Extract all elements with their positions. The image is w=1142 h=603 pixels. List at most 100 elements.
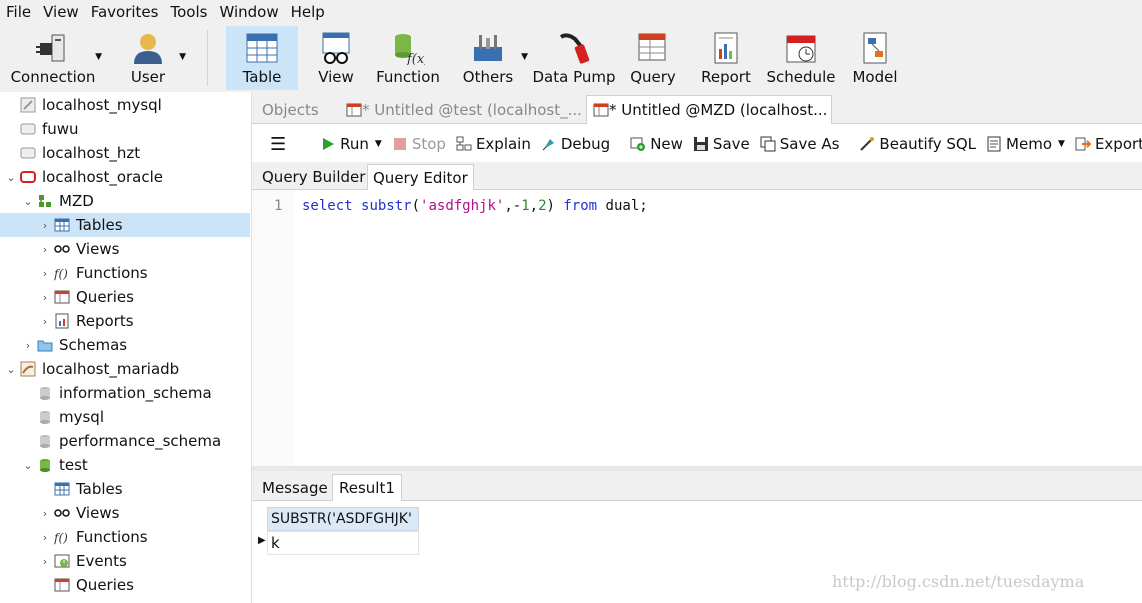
tab-query-editor[interactable]: Query Editor bbox=[367, 164, 474, 190]
tree-item-label: Functions bbox=[76, 264, 148, 282]
tree-item-mzd-tables[interactable]: › Tables bbox=[0, 213, 250, 237]
tree-item-schemas[interactable]: › Schemas bbox=[0, 333, 250, 357]
tab-untitled-mzd[interactable]: * Untitled @MZD (localhost... bbox=[586, 95, 832, 124]
debug-button[interactable]: Debug bbox=[541, 135, 610, 153]
sql-code[interactable]: select substr('asdfghjk',-1,2) from dual… bbox=[302, 198, 648, 214]
chevron-right-icon[interactable]: › bbox=[36, 219, 54, 232]
explain-button[interactable]: Explain bbox=[456, 135, 531, 153]
beautify-sql-button[interactable]: Beautify SQL bbox=[859, 135, 976, 153]
tab-objects[interactable]: Objects bbox=[256, 95, 342, 124]
tree-item-information-schema[interactable]: information_schema bbox=[0, 381, 250, 405]
hamburger-menu-button[interactable]: ☰ bbox=[270, 134, 286, 155]
chevron-right-icon[interactable]: › bbox=[36, 267, 54, 280]
tab-untitled-test[interactable]: * Untitled @test (localhost_... bbox=[340, 95, 584, 124]
tree-item-test[interactable]: ⌄ test bbox=[0, 453, 250, 477]
result-cell[interactable]: k bbox=[267, 531, 419, 555]
tree-item-localhost-mariadb[interactable]: ⌄ localhost_mariadb bbox=[0, 357, 250, 381]
tree-item-test-queries[interactable]: Queries bbox=[0, 573, 250, 597]
svg-text:f(x): f(x) bbox=[406, 52, 425, 65]
sql-editor[interactable]: 1 select substr('asdfghjk',-1,2) from du… bbox=[252, 190, 1142, 466]
tools-icon bbox=[470, 30, 506, 66]
tree-item-mzd-queries[interactable]: › Queries bbox=[0, 285, 250, 309]
chevron-right-icon[interactable]: › bbox=[36, 315, 54, 328]
tree-item-label: localhost_hzt bbox=[42, 144, 141, 162]
data-pump-button[interactable]: Data Pump bbox=[532, 26, 616, 90]
menu-window[interactable]: Window bbox=[213, 0, 284, 24]
stop-label: Stop bbox=[411, 135, 446, 153]
chevron-right-icon[interactable]: › bbox=[36, 555, 54, 568]
chevron-down-icon[interactable]: ⌄ bbox=[19, 459, 37, 472]
chevron-right-icon[interactable]: › bbox=[36, 507, 54, 520]
tree-item-localhost-oracle[interactable]: ⌄ localhost_oracle bbox=[0, 165, 250, 189]
tree-item-mzd[interactable]: ⌄ MZD bbox=[0, 189, 250, 213]
tab-message[interactable]: Message bbox=[256, 474, 334, 501]
chevron-right-icon[interactable]: › bbox=[36, 531, 54, 544]
tree-item-localhost-mysql[interactable]: localhost_mysql bbox=[0, 93, 250, 117]
model-button[interactable]: Model bbox=[846, 26, 904, 90]
query-label: Query bbox=[630, 68, 676, 86]
stop-button[interactable]: Stop bbox=[392, 135, 446, 153]
svg-text:f(): f() bbox=[54, 531, 68, 545]
tree-item-test-views[interactable]: › Views bbox=[0, 501, 250, 525]
new-button[interactable]: New bbox=[630, 135, 683, 153]
database-icon bbox=[37, 409, 53, 425]
tab-result1[interactable]: Result1 bbox=[332, 474, 402, 501]
chevron-down-icon[interactable]: ▼ bbox=[95, 52, 102, 62]
save-as-button[interactable]: Save As bbox=[760, 135, 839, 153]
menu-view[interactable]: View bbox=[37, 0, 85, 24]
column-header[interactable]: SUBSTR('ASDFGHJK' bbox=[267, 507, 419, 531]
hamburger-icon: ☰ bbox=[270, 133, 287, 155]
chevron-down-icon[interactable]: ▼ bbox=[521, 52, 528, 62]
tree-item-mzd-views[interactable]: › Views bbox=[0, 237, 250, 261]
menu-help[interactable]: Help bbox=[285, 0, 331, 24]
tree-item-label: Tables bbox=[76, 216, 123, 234]
tree-item-mysql[interactable]: mysql bbox=[0, 405, 250, 429]
chevron-down-icon[interactable]: ▼ bbox=[375, 139, 382, 149]
memo-icon bbox=[986, 136, 1002, 152]
tree-item-fuwu[interactable]: fuwu bbox=[0, 117, 250, 141]
tree-item-mzd-reports[interactable]: › Reports bbox=[0, 309, 250, 333]
table-icon bbox=[54, 481, 70, 497]
tree-item-performance-schema[interactable]: performance_schema bbox=[0, 429, 250, 453]
current-row-indicator-icon: ▶ bbox=[258, 535, 266, 546]
connection-button[interactable]: Connection ▼ bbox=[8, 26, 102, 90]
chevron-down-icon[interactable]: ▼ bbox=[179, 52, 186, 62]
tree-item-mzd-functions[interactable]: › f() Functions bbox=[0, 261, 250, 285]
tree-item-localhost-hzt[interactable]: localhost_hzt bbox=[0, 141, 250, 165]
tab-label: Message bbox=[262, 478, 328, 497]
save-button[interactable]: Save bbox=[693, 135, 750, 153]
menu-favorites[interactable]: Favorites bbox=[85, 0, 165, 24]
query-toolbar: ☰ Run ▼ Stop Explain Debug New Save Save… bbox=[252, 126, 1142, 162]
view-icon bbox=[54, 505, 70, 521]
tree-item-test-functions[interactable]: › f() Functions bbox=[0, 525, 250, 549]
others-button[interactable]: Others ▼ bbox=[460, 26, 528, 90]
chevron-down-icon[interactable]: ▼ bbox=[1058, 139, 1065, 149]
memo-button[interactable]: Memo ▼ bbox=[986, 135, 1065, 153]
query-button[interactable]: Query bbox=[626, 26, 680, 90]
menu-tools[interactable]: Tools bbox=[164, 0, 213, 24]
punct-token: ( bbox=[411, 198, 421, 214]
chevron-right-icon[interactable]: › bbox=[19, 339, 37, 352]
keyword-token: select bbox=[302, 198, 353, 214]
report-button[interactable]: Report bbox=[698, 26, 754, 90]
user-button[interactable]: User ▼ bbox=[118, 26, 186, 90]
chevron-right-icon[interactable]: › bbox=[36, 291, 54, 304]
chevron-down-icon[interactable]: ⌄ bbox=[19, 195, 37, 208]
run-button[interactable]: Run ▼ bbox=[320, 135, 382, 153]
tab-query-builder[interactable]: Query Builder bbox=[257, 164, 370, 190]
function-icon: f(x) bbox=[390, 30, 426, 66]
view-button[interactable]: View bbox=[308, 26, 364, 90]
function-button[interactable]: f(x) Function bbox=[374, 26, 442, 90]
menu-file[interactable]: File bbox=[0, 0, 37, 24]
chevron-right-icon[interactable]: › bbox=[36, 243, 54, 256]
schedule-button[interactable]: Schedule bbox=[764, 26, 838, 90]
chevron-down-icon[interactable]: ⌄ bbox=[2, 363, 20, 376]
function-icon: f() bbox=[54, 265, 70, 281]
report-icon bbox=[54, 313, 70, 329]
tree-item-test-events[interactable]: › Events bbox=[0, 549, 250, 573]
tree-item-label: Schemas bbox=[59, 336, 128, 354]
tree-item-test-tables[interactable]: Tables bbox=[0, 477, 250, 501]
chevron-down-icon[interactable]: ⌄ bbox=[2, 171, 20, 184]
export-button[interactable]: Export bbox=[1075, 135, 1142, 153]
table-button[interactable]: Table bbox=[226, 26, 298, 90]
